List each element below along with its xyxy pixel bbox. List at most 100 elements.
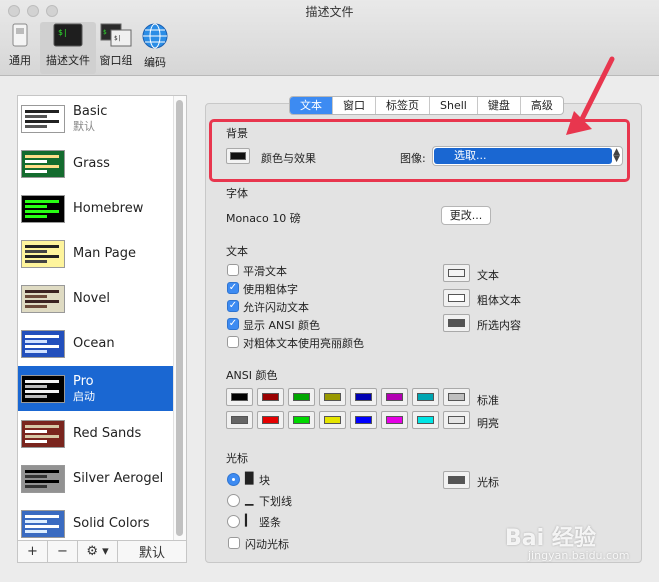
thumbnail-text-line xyxy=(25,254,59,258)
cursor-shape-icon: ▁ xyxy=(245,493,254,506)
text-option-checkbox[interactable]: ✓ xyxy=(227,300,239,312)
profile-item[interactable]: Man Page xyxy=(18,231,174,276)
toolbar-profiles[interactable]: $| 描述文件 xyxy=(40,22,96,74)
text-option-checkbox[interactable]: ✓ xyxy=(227,282,239,294)
profile-name: Man Page xyxy=(73,246,137,261)
ansi-normal-color-well[interactable] xyxy=(226,388,253,406)
text-color-well[interactable] xyxy=(443,289,470,307)
color-swatch xyxy=(355,416,372,424)
cursor-style-label: 下划线 xyxy=(259,495,292,508)
profile-item[interactable]: Silver Aerogel xyxy=(18,456,174,501)
thumbnail-text-line xyxy=(25,469,59,473)
thumbnail-text-line xyxy=(25,124,47,128)
color-swatch xyxy=(262,416,279,424)
thumbnail-text-line xyxy=(25,484,47,488)
profile-item[interactable]: Homebrew xyxy=(18,186,174,231)
cursor-style-radio[interactable] xyxy=(227,515,240,528)
ansi-normal-color-well[interactable] xyxy=(350,388,377,406)
text-option-checkbox[interactable] xyxy=(227,336,239,348)
profile-item[interactable]: Basic 默认 xyxy=(18,96,174,141)
switch-icon xyxy=(12,23,28,47)
color-swatch xyxy=(417,416,434,424)
thumbnail-text-line xyxy=(25,394,47,398)
set-default-button[interactable]: 默认 xyxy=(118,541,186,563)
toolbar-window-groups[interactable]: $ $| 窗口组 xyxy=(98,22,134,74)
cursor-color-well[interactable] xyxy=(443,471,470,489)
profile-name: Basic 默认 xyxy=(73,103,108,133)
thumbnail-text-line xyxy=(25,294,47,298)
ansi-normal-color-well[interactable] xyxy=(412,388,439,406)
profiles-list[interactable]: Basic 默认 Grass Homebrew Man Page Novel Ocean Pr… xyxy=(17,95,187,541)
profile-item[interactable]: Red Sands xyxy=(18,411,174,456)
ansi-normal-color-well[interactable] xyxy=(381,388,408,406)
svg-text:$|: $| xyxy=(114,35,121,42)
ansi-normal-color-well[interactable] xyxy=(288,388,315,406)
profile-thumbnail xyxy=(21,464,65,493)
ansi-bright-label: 明亮 xyxy=(477,417,499,430)
text-color-well[interactable] xyxy=(443,264,470,282)
color-swatch xyxy=(417,393,434,401)
tab-shell[interactable]: Shell xyxy=(430,97,478,114)
profile-item[interactable]: Pro 启动 xyxy=(18,366,174,411)
ansi-bright-color-well[interactable] xyxy=(381,411,408,429)
profile-name: Red Sands xyxy=(73,426,142,441)
blink-cursor-checkbox[interactable] xyxy=(228,537,240,549)
profile-item[interactable]: Ocean xyxy=(18,321,174,366)
tab-text[interactable]: 文本 xyxy=(290,97,333,114)
cursor-style-radio[interactable] xyxy=(227,494,240,507)
thumbnail-text-line xyxy=(25,114,47,118)
color-swatch xyxy=(448,393,465,401)
toolbar-encodings[interactable]: 编码 xyxy=(139,22,171,74)
color-swatch xyxy=(448,416,465,424)
cursor-shape-icon: ▎ xyxy=(245,514,254,527)
ansi-bright-color-well[interactable] xyxy=(226,411,253,429)
thumbnail-text-line xyxy=(25,519,47,523)
thumbnail-text-line xyxy=(25,209,59,213)
change-font-button[interactable]: 更改... xyxy=(441,206,491,225)
profiles-scrollbar[interactable] xyxy=(173,96,186,540)
gear-menu-button[interactable]: ⚙︎ ▾ xyxy=(78,540,118,563)
profile-name: Grass xyxy=(73,156,110,171)
color-swatch xyxy=(231,416,248,424)
globe-icon xyxy=(142,23,168,49)
ansi-bright-color-well[interactable] xyxy=(350,411,377,429)
text-option-checkbox[interactable] xyxy=(227,264,239,276)
ansi-bright-color-well[interactable] xyxy=(412,411,439,429)
cursor-section-title: 光标 xyxy=(226,452,248,465)
thumbnail-text-line xyxy=(25,384,47,388)
thumbnail-text-line xyxy=(25,479,59,483)
text-color-well[interactable] xyxy=(443,314,470,332)
remove-profile-button[interactable]: − xyxy=(48,540,78,563)
settings-tabs: 文本 窗口 标签页 Shell 键盘 高级 xyxy=(289,96,564,115)
ansi-bright-color-well[interactable] xyxy=(288,411,315,429)
ansi-normal-color-well[interactable] xyxy=(443,388,470,406)
tab-window[interactable]: 窗口 xyxy=(333,97,376,114)
thumbnail-text-line xyxy=(25,299,59,303)
text-option-label: 对粗体文本使用亮丽颜色 xyxy=(243,337,364,350)
ansi-normal-color-well[interactable] xyxy=(257,388,284,406)
ansi-normal-color-well[interactable] xyxy=(319,388,346,406)
cursor-style-radio[interactable] xyxy=(227,473,240,486)
tab-keyboard[interactable]: 键盘 xyxy=(478,97,521,114)
profile-item[interactable]: Grass xyxy=(18,141,174,186)
add-profile-button[interactable]: + xyxy=(18,540,48,563)
thumbnail-text-line xyxy=(25,334,59,338)
text-option-checkbox[interactable]: ✓ xyxy=(227,318,239,330)
tab-advanced[interactable]: 高级 xyxy=(521,97,563,114)
toolbar-general[interactable]: 通用 xyxy=(5,22,35,74)
thumbnail-text-line xyxy=(25,514,59,518)
profile-item[interactable]: Solid Colors xyxy=(18,501,174,540)
thumbnail-text-line xyxy=(25,424,59,428)
scrollbar-thumb[interactable] xyxy=(176,100,183,536)
ansi-bright-color-well[interactable] xyxy=(319,411,346,429)
ansi-bright-color-well[interactable] xyxy=(257,411,284,429)
thumbnail-text-line xyxy=(25,289,59,293)
thumbnail-text-line xyxy=(25,344,59,348)
window-group-icon: $ $| xyxy=(100,23,132,47)
tab-tabs[interactable]: 标签页 xyxy=(376,97,430,114)
profile-item[interactable]: Novel xyxy=(18,276,174,321)
thumbnail-text-line xyxy=(25,349,47,353)
ansi-bright-color-well[interactable] xyxy=(443,411,470,429)
text-color-label: 所选内容 xyxy=(477,319,521,332)
profile-thumbnail xyxy=(21,284,65,313)
